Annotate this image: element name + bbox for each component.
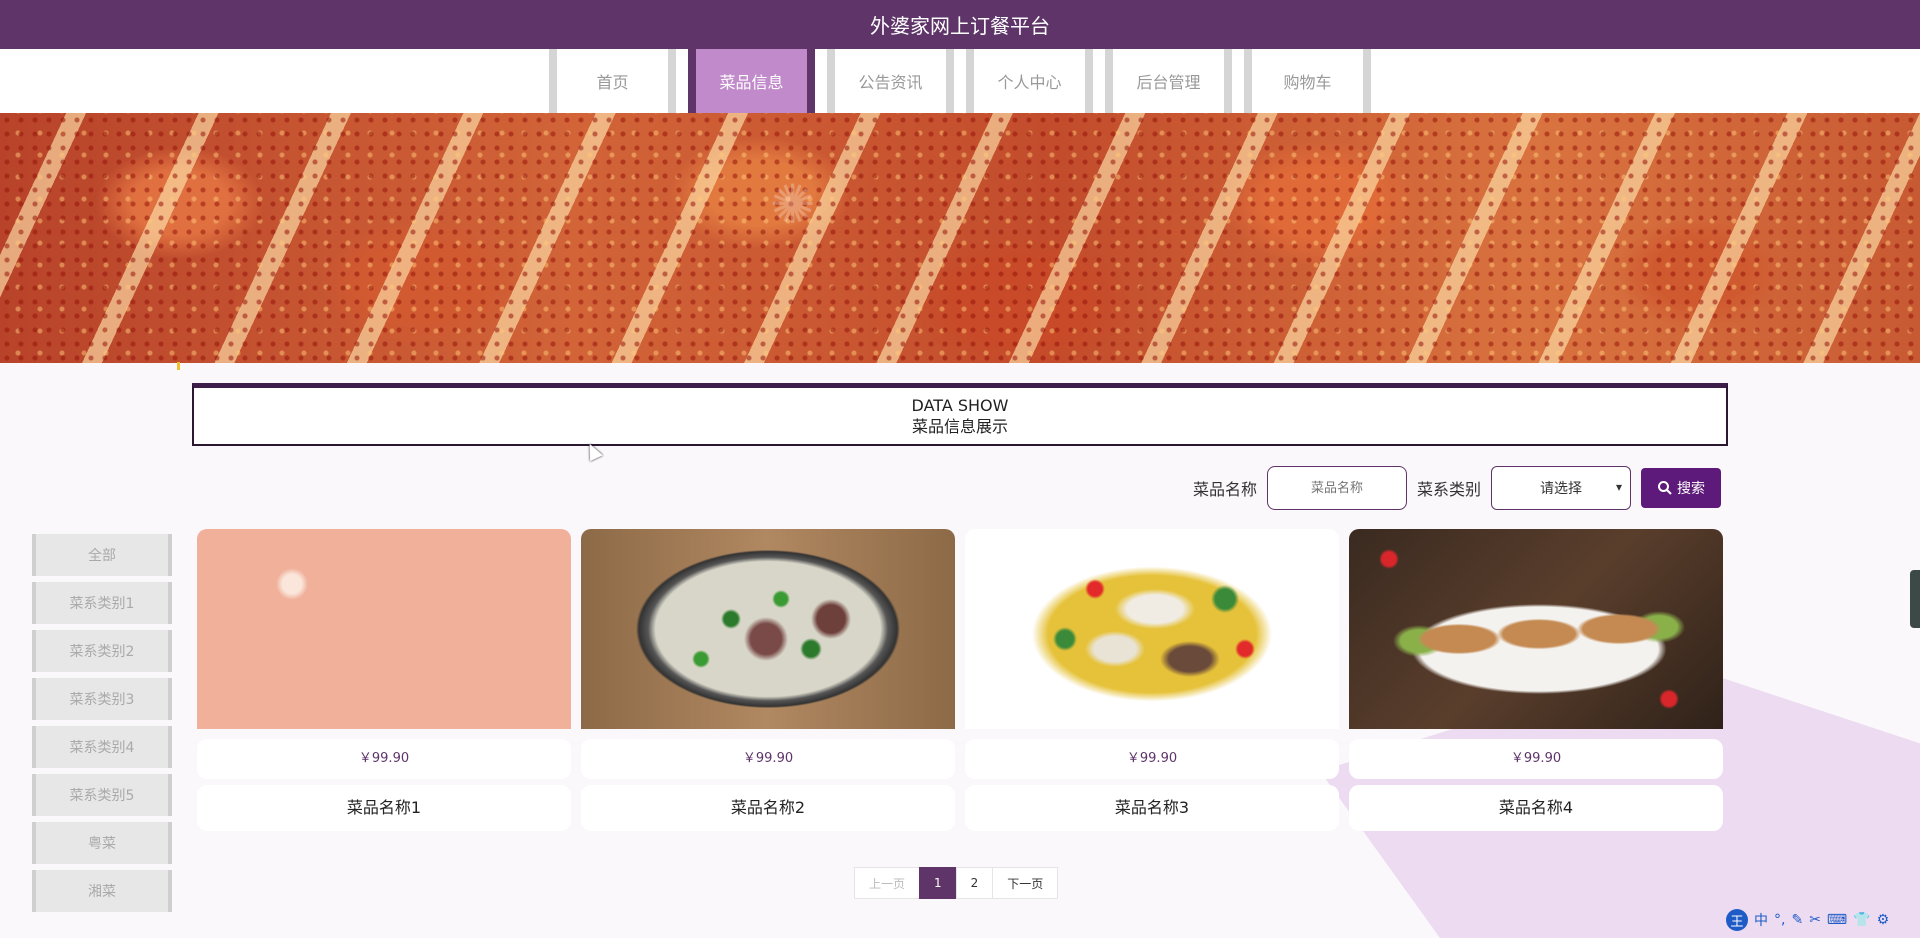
sidebar-item-category-5[interactable]: 菜系类别5	[32, 774, 172, 816]
product-card[interactable]: ￥99.90 菜品名称1	[197, 529, 571, 831]
dish-name-input[interactable]	[1266, 466, 1407, 510]
product-price: ￥99.90	[965, 739, 1339, 779]
ime-toolbar: 王 中 °, ✎ ✂ ⌨ 👕 ⚙	[1726, 908, 1920, 932]
banner-image: ✺	[0, 113, 1920, 363]
sidebar-item-all[interactable]: 全部	[32, 534, 172, 576]
product-image[interactable]	[1349, 529, 1723, 729]
nav-dishes[interactable]: 菜品信息	[688, 49, 815, 113]
product-card[interactable]: ￥99.90 菜品名称4	[1349, 529, 1723, 831]
product-price: ￥99.90	[1349, 739, 1723, 779]
site-title: 外婆家网上订餐平台	[870, 14, 1050, 38]
search-button-label: 搜索	[1677, 481, 1705, 497]
gear-icon[interactable]: ⚙	[1877, 912, 1890, 928]
search-bar: 菜品名称 菜系类别 请选择 ▾ 搜索	[1193, 466, 1721, 510]
sidebar-item-category-2[interactable]: 菜系类别2	[32, 630, 172, 672]
sidebar-item-hunan[interactable]: 湘菜	[32, 870, 172, 912]
site-header: 外婆家网上订餐平台	[0, 0, 1920, 49]
sidebar-item-category-3[interactable]: 菜系类别3	[32, 678, 172, 720]
product-name[interactable]: 菜品名称4	[1349, 785, 1723, 831]
product-image[interactable]	[197, 529, 571, 729]
pagination: 上一页 1 2 下一页	[854, 867, 1059, 899]
ime-mode-toggle[interactable]: 中	[1754, 910, 1768, 930]
main-nav: 首页 菜品信息 公告资讯 个人中心 后台管理 购物车	[0, 49, 1920, 113]
product-card[interactable]: ￥99.90 菜品名称3	[965, 529, 1339, 831]
decorative-tick	[177, 362, 180, 370]
dish-name-label: 菜品名称	[1192, 480, 1257, 499]
product-name[interactable]: 菜品名称3	[965, 785, 1339, 831]
nav-user-center[interactable]: 个人中心	[966, 49, 1093, 113]
sidebar-item-cantonese[interactable]: 粤菜	[32, 822, 172, 864]
banner-watermark: ✺	[770, 173, 816, 236]
product-image[interactable]	[965, 529, 1339, 729]
nav-news[interactable]: 公告资讯	[827, 49, 954, 113]
ime-punctuation-icon[interactable]: °,	[1774, 912, 1785, 928]
category-select[interactable]: 请选择 ▾	[1491, 466, 1631, 510]
product-image[interactable]	[581, 529, 955, 729]
product-name[interactable]: 菜品名称2	[581, 785, 955, 831]
pen-icon[interactable]: ✎	[1791, 912, 1803, 928]
prev-page-button[interactable]: 上一页	[854, 867, 921, 899]
keyboard-icon[interactable]: ⌨	[1827, 912, 1847, 928]
nav-home[interactable]: 首页	[549, 49, 676, 113]
ime-logo-icon[interactable]: 王	[1726, 909, 1748, 931]
banner-texture	[0, 113, 1920, 363]
scissors-icon[interactable]: ✂	[1809, 912, 1821, 928]
sidebar-item-category-1[interactable]: 菜系类别1	[32, 582, 172, 624]
sidebar-item-category-4[interactable]: 菜系类别4	[32, 726, 172, 768]
nav-admin[interactable]: 后台管理	[1105, 49, 1232, 113]
page-1-button[interactable]: 1	[919, 867, 957, 899]
product-card[interactable]: ￥99.90 菜品名称2	[581, 529, 955, 831]
product-name[interactable]: 菜品名称1	[197, 785, 571, 831]
product-price: ￥99.90	[581, 739, 955, 779]
category-label: 菜系类别	[1416, 480, 1481, 499]
next-page-button[interactable]: 下一页	[992, 867, 1059, 899]
search-icon	[1658, 481, 1672, 495]
chevron-down-icon: ▾	[1615, 480, 1622, 494]
category-sidebar: 全部 菜系类别1 菜系类别2 菜系类别3 菜系类别4 菜系类别5 粤菜 湘菜	[32, 534, 172, 918]
search-button[interactable]: 搜索	[1641, 468, 1721, 508]
side-drawer-handle[interactable]	[1910, 570, 1920, 628]
section-title-cn: 菜品信息展示	[911, 417, 1008, 436]
product-grid: ￥99.90 菜品名称1 ￥99.90 菜品名称2 ￥99.90 菜品名称3 ￥…	[197, 529, 1723, 831]
category-select-value: 请选择	[1540, 481, 1582, 497]
shirt-icon[interactable]: 👕	[1853, 912, 1870, 928]
section-title: DATA SHOW 菜品信息展示	[192, 383, 1728, 446]
section-title-en: DATA SHOW	[911, 396, 1009, 415]
page-2-button[interactable]: 2	[955, 867, 994, 899]
product-price: ￥99.90	[197, 739, 571, 779]
nav-cart[interactable]: 购物车	[1244, 49, 1371, 113]
